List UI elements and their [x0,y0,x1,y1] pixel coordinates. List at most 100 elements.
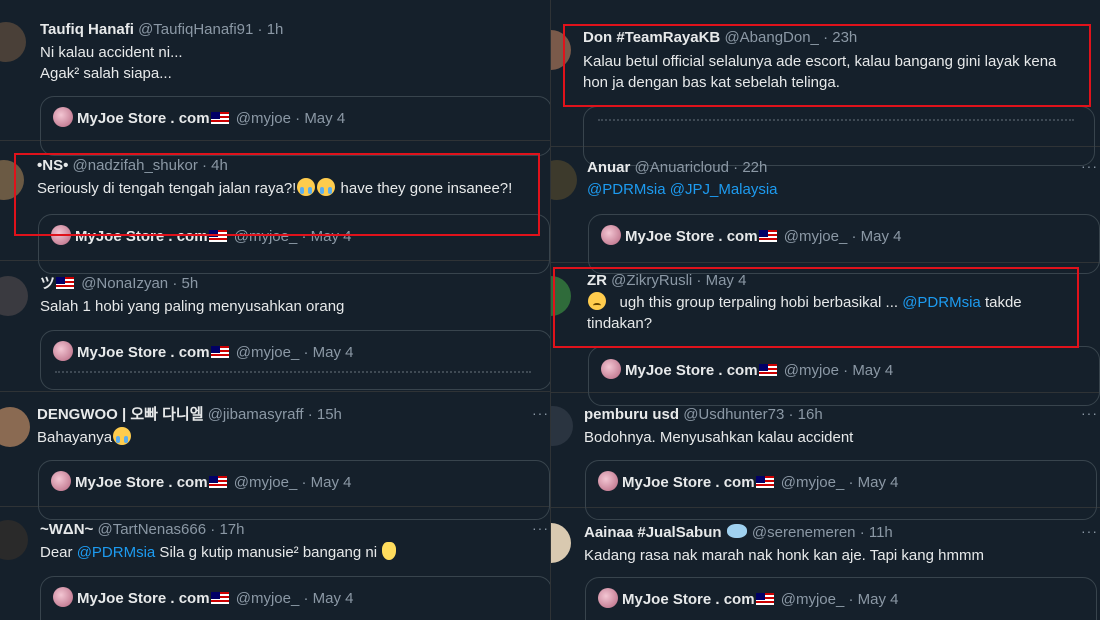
quote-author-name[interactable]: MyJoe Store . com [622,474,755,491]
more-options-icon[interactable]: ··· [1081,158,1098,174]
display-name[interactable]: Aainaa #JualSabun [584,524,722,541]
display-name[interactable]: ~WΔN~ [40,521,93,538]
quote-header: MyJoe Store . com @myjoe_ · May 4 [598,588,899,610]
quote-author-name[interactable]: MyJoe Store . com [75,474,208,491]
separator-dot: · [733,159,739,176]
user-handle[interactable]: @jibamasyraff [208,406,304,423]
quote-author-handle[interactable]: @myjoe_ [781,474,845,491]
cloud-icon [726,524,747,538]
quote-date: May 4 [312,344,354,361]
tweet[interactable]: Taufiq Hanafi @TaufiqHanafi91 · 1h Ni ka… [0,0,550,156]
tweet[interactable]: Anuar @Anuaricloud · 22h ··· @PDRMsia @J… [551,148,1100,274]
quote-author-name[interactable]: MyJoe Store . com [77,110,210,127]
display-name[interactable]: Anuar [587,159,630,176]
quote-author-handle[interactable]: @myjoe_ [784,228,848,245]
quote-date: May 4 [312,590,354,607]
tweet-text-part: Dear [40,544,77,561]
tweet[interactable]: ZR @ZikryRusli · May 4 ugh this group te… [551,264,1100,406]
tweet-header: DENGWOO | 오빠 다니엘 @jibamasyraff · 15h [37,405,342,425]
tweet[interactable]: Aainaa #JualSabun @serenemeren · 11h ···… [551,509,1100,620]
avatar [53,107,73,127]
quote-author-handle[interactable]: @myjoe_ [236,590,300,607]
user-handle[interactable]: @NonaIzyan [81,275,168,292]
timestamp[interactable]: 17h [219,521,244,538]
timestamp[interactable]: 1h [267,21,284,38]
avatar[interactable] [551,523,571,563]
tweet[interactable]: ~WΔN~ @TartNenas666 · 17h ··· Dear @PDRM… [0,508,550,620]
more-options-icon[interactable]: ··· [532,405,549,421]
quote-author-handle[interactable]: @myjoe [236,110,291,127]
tweet[interactable]: •NS• @nadzifah_shukor · 4h Seriously di … [0,142,550,274]
quote-date: May 4 [860,228,902,245]
quote-date: May 4 [857,474,899,491]
user-handle[interactable]: @TaufiqHanafi91 [138,21,253,38]
malaysia-flag-icon [210,592,229,604]
malaysia-flag-icon [755,593,774,605]
separator-dot: · [172,275,178,292]
mention-link[interactable]: @PDRMsia [587,181,666,198]
user-handle[interactable]: @Anuaricloud [635,159,729,176]
timestamp[interactable]: 22h [742,159,767,176]
display-name[interactable]: Taufiq Hanafi [40,21,134,38]
quote-author-handle[interactable]: @myjoe_ [236,344,300,361]
quote-author-name[interactable]: MyJoe Store . com [625,228,758,245]
quote-author-name[interactable]: MyJoe Store . com [77,590,210,607]
more-options-icon[interactable]: ··· [1081,405,1098,421]
mention-link[interactable]: @JPJ_Malaysia [670,181,778,198]
timestamp[interactable]: 16h [798,406,823,423]
quote-card[interactable]: MyJoe Store . com @myjoe_ · May 4 [40,576,550,620]
user-handle[interactable]: @TartNenas666 [97,521,206,538]
mention-link[interactable]: @PDRMsia [77,544,156,561]
right-screenshot-column: Don #TeamRayaKB @AbangDon_ · 23h Kalau b… [551,0,1100,620]
timestamp[interactable]: 5h [181,275,198,292]
avatar [53,341,73,361]
separator-dot: · [848,591,854,608]
avatar[interactable] [0,22,26,62]
tweet[interactable]: pemburu usd @Usdhunter73 · 16h ··· Bodoh… [551,394,1100,520]
user-handle[interactable]: @Usdhunter73 [683,406,784,423]
timestamp[interactable]: 15h [317,406,342,423]
quote-author-handle[interactable]: @myjoe_ [234,474,298,491]
avatar[interactable] [551,160,577,200]
timestamp[interactable]: 11h [869,524,893,541]
quote-author-name[interactable]: MyJoe Store . com [625,362,758,379]
quote-author-handle[interactable]: @myjoe_ [781,591,845,608]
quote-author-name[interactable]: MyJoe Store . com [622,591,755,608]
display-name[interactable]: pemburu usd [584,406,679,423]
avatar[interactable] [0,407,30,447]
avatar[interactable] [551,406,573,446]
separator-dot: · [788,406,794,423]
quote-card[interactable]: MyJoe Store . com @myjoe_ · May 4 [40,330,550,390]
tweet[interactable]: ツ @NonaIzyan · 5h Salah 1 hobi yang pali… [0,262,550,392]
malaysia-flag-icon [210,112,229,124]
display-name[interactable]: DENGWOO | 오빠 다니엘 [37,406,204,423]
separator-dot: · [210,521,216,538]
tweet-text: Dear @PDRMsia Sila g kutip manusie² bang… [40,542,397,563]
more-options-icon[interactable]: ··· [532,520,549,536]
tweet-text: Salah 1 hobi yang paling menyusahkan ora… [40,298,345,315]
quote-header: MyJoe Store . com @myjoe_ · May 4 [601,225,902,247]
tweet-text: @PDRMsia @JPJ_Malaysia [587,179,778,200]
tweet[interactable]: DENGWOO | 오빠 다니엘 @jibamasyraff · 15h ···… [0,393,550,520]
separator-dot: · [303,590,309,607]
avatar [601,225,621,245]
quote-author-name[interactable]: MyJoe Store . com [77,344,210,361]
quote-author-handle[interactable]: @myjoe [784,362,839,379]
display-name[interactable]: ツ [40,275,55,292]
quote-header: MyJoe Store . com @myjoe_ · May 4 [53,587,354,609]
user-handle[interactable]: @serenemeren [752,524,856,541]
quote-card[interactable]: MyJoe Store . com @myjoe_ · May 4 [585,577,1097,620]
separator-dot: · [307,406,313,423]
separator-dot: · [848,474,854,491]
tweet[interactable]: Don #TeamRayaKB @AbangDon_ · 23h Kalau b… [551,0,1100,166]
more-options-icon[interactable]: ··· [1081,523,1098,539]
tweet-text: Agak² salah siapa... [40,65,172,82]
quote-text-preview [598,119,1074,125]
tweet-text: Bahayanya [37,427,132,448]
tweet-text-part: Bahayanya [37,429,113,446]
avatar[interactable] [0,276,28,316]
highlight-box [14,153,540,236]
tweet-header: ツ @NonaIzyan · 5h [40,274,198,294]
avatar[interactable] [0,520,28,560]
highlight-box [553,267,1079,348]
